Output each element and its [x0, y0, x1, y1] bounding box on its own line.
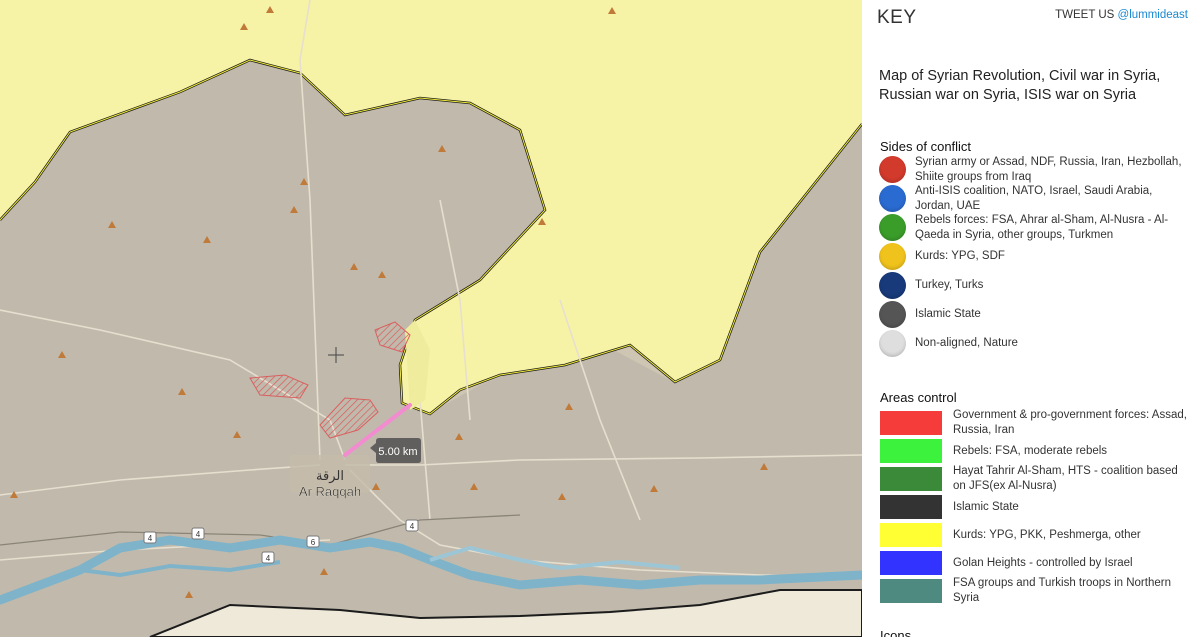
- sides-title: Sides of conflict: [880, 139, 972, 154]
- city-label-latin: Ar Raqqah: [299, 484, 361, 499]
- side-item: Turkey, Turks: [879, 271, 1189, 300]
- area-item: Hayat Tahrir Al-Sham, HTS - coalition ba…: [880, 465, 1190, 493]
- side-label: Turkey, Turks: [915, 279, 984, 291]
- side-item: Rebels forces: FSA, Ahrar al-Sham, Al-Nu…: [879, 213, 1189, 242]
- side-color-dot: [879, 272, 906, 299]
- area-label: Government & pro-government forces: Assa…: [953, 409, 1187, 436]
- icons-title: Icons: [880, 628, 912, 637]
- side-label: Kurds: YPG, SDF: [915, 250, 1005, 262]
- road-shield: 4: [410, 522, 415, 531]
- area-label: Islamic State: [953, 500, 1019, 513]
- key-panel: KEY TWEET US @lummideast Map of Syrian R…: [862, 0, 1200, 637]
- map-canvas[interactable]: 5.00 km الرقة Ar Raqqah 4 4 6 4 4: [0, 0, 862, 637]
- twitter-handle[interactable]: @lummideast: [1118, 9, 1188, 21]
- area-swatch: [880, 523, 942, 547]
- area-label: Kurds: YPG, PKK, Peshmerga, other: [953, 528, 1141, 541]
- area-swatch: [880, 411, 942, 435]
- areas-list: Government & pro-government forces: Assa…: [880, 409, 1190, 605]
- tweet-prefix: TWEET US: [1055, 9, 1118, 21]
- area-label: Hayat Tahrir Al-Sham, HTS - coalition ba…: [953, 465, 1178, 492]
- city-label-arabic: الرقة: [316, 468, 344, 484]
- tweet-link[interactable]: TWEET US @lummideast: [1055, 9, 1188, 21]
- area-swatch: [880, 439, 942, 463]
- area-item: Rebels: FSA, moderate rebels: [880, 437, 1190, 465]
- area-item: Kurds: YPG, PKK, Peshmerga, other: [880, 521, 1190, 549]
- area-item: FSA groups and Turkish troops in Norther…: [880, 577, 1190, 605]
- side-label: Islamic State: [915, 308, 981, 320]
- area-item: Golan Heights - controlled by Israel: [880, 549, 1190, 577]
- side-color-dot: [879, 301, 906, 328]
- distance-tooltip: 5.00 km: [370, 438, 421, 463]
- area-label: FSA groups and Turkish troops in Norther…: [953, 577, 1171, 604]
- road-shield: 4: [196, 530, 201, 539]
- side-label: Anti-ISIS coalition, NATO, Israel, Saudi…: [915, 184, 1153, 212]
- side-item: Kurds: YPG, SDF: [879, 242, 1189, 271]
- side-label: Rebels forces: FSA, Ahrar al-Sham, Al-Nu…: [915, 213, 1169, 241]
- area-item: Government & pro-government forces: Assa…: [880, 409, 1190, 437]
- area-swatch: [880, 551, 942, 575]
- road-shield: 4: [148, 534, 153, 543]
- key-title: KEY: [877, 7, 917, 28]
- side-color-dot: [879, 243, 906, 270]
- area-swatch: [880, 579, 942, 603]
- area-swatch: [880, 495, 942, 519]
- side-item: Anti-ISIS coalition, NATO, Israel, Saudi…: [879, 184, 1189, 213]
- side-color-dot: [879, 156, 906, 183]
- areas-title: Areas control: [880, 390, 957, 405]
- side-color-dot: [879, 185, 906, 212]
- area-item: Islamic State: [880, 493, 1190, 521]
- side-label: Non-aligned, Nature: [915, 337, 1018, 349]
- side-item: Non-aligned, Nature: [879, 329, 1189, 358]
- road-shield: 4: [266, 554, 271, 563]
- side-color-dot: [879, 330, 906, 357]
- area-label: Rebels: FSA, moderate rebels: [953, 444, 1108, 457]
- side-item: Syrian army or Assad, NDF, Russia, Iran,…: [879, 155, 1189, 184]
- side-color-dot: [879, 214, 906, 241]
- map-view[interactable]: 5.00 km الرقة Ar Raqqah 4 4 6 4 4: [0, 0, 862, 637]
- area-swatch: [880, 467, 942, 491]
- side-item: Islamic State: [879, 300, 1189, 329]
- map-description: Map of Syrian Revolution, Civil war in S…: [879, 68, 1161, 103]
- sides-list: Syrian army or Assad, NDF, Russia, Iran,…: [879, 155, 1189, 358]
- road-shield: 6: [311, 538, 316, 547]
- area-label: Golan Heights - controlled by Israel: [953, 556, 1133, 569]
- distance-tooltip-text: 5.00 km: [378, 446, 417, 458]
- side-label: Syrian army or Assad, NDF, Russia, Iran,…: [915, 155, 1182, 183]
